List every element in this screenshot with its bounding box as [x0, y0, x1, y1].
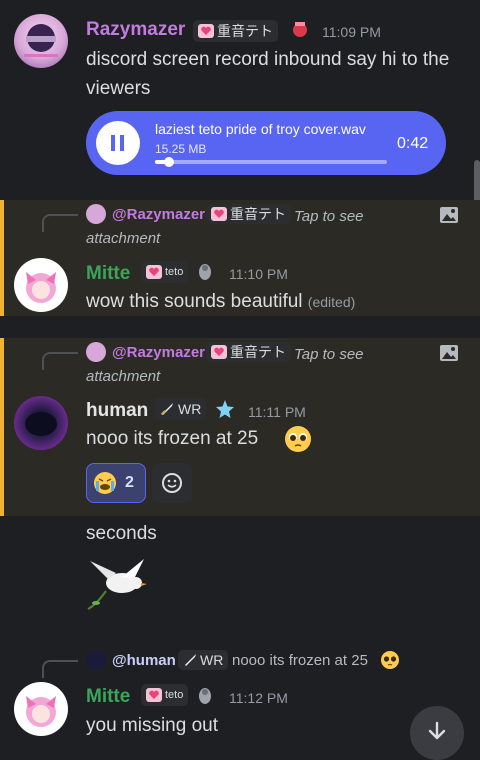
reply-text[interactable]: nooo its frozen at 25 — [232, 652, 368, 669]
role-tag[interactable]: teto — [141, 261, 189, 283]
audio-duration: 0:42 — [397, 135, 429, 152]
reply-spine — [42, 214, 78, 232]
sword-icon — [160, 403, 173, 416]
add-reaction-button[interactable] — [152, 463, 192, 503]
reply-username[interactable]: @human — [112, 652, 176, 669]
reply-avatar — [86, 650, 106, 670]
role-tag[interactable]: WR — [154, 398, 207, 420]
pleading-emoji — [285, 426, 311, 452]
avatar-art — [25, 412, 57, 436]
avatar-art — [24, 24, 58, 57]
message-body: nooo its frozen at 25 — [86, 428, 259, 449]
heart-icon — [198, 24, 214, 38]
pause-icon — [111, 135, 124, 151]
dog-badge-icon — [199, 688, 211, 704]
dog-badge-icon — [199, 264, 211, 280]
reply-spine — [42, 352, 78, 370]
reaction-chip[interactable]: 2 — [86, 463, 146, 503]
avatar-human[interactable] — [14, 396, 68, 450]
heart-icon — [146, 265, 162, 279]
message-text: you missing out — [86, 715, 219, 736]
role-tag[interactable]: teto — [141, 684, 189, 706]
role-tag-label: teto — [165, 266, 184, 278]
image-icon[interactable] — [439, 344, 459, 362]
pause-button[interactable] — [96, 121, 140, 165]
reply-role-label: WR — [200, 652, 224, 668]
add-reaction-icon — [162, 473, 182, 493]
crying-emoji — [94, 472, 116, 494]
avatar-mitte[interactable] — [14, 258, 68, 312]
username-razymazer[interactable]: Razymazer — [86, 19, 185, 41]
timestamp: 11:09 PM — [322, 24, 381, 40]
sword-icon — [185, 654, 196, 666]
timestamp: 11:12 PM — [229, 690, 288, 706]
audio-attachment[interactable]: laziest teto pride of troy cover.wav 15.… — [86, 111, 446, 175]
reply-text[interactable]: Tap to see attachment — [86, 206, 376, 250]
avatar-art — [26, 696, 56, 727]
audio-filename: laziest teto pride of troy cover.wav — [155, 121, 366, 137]
bow-badge-icon — [293, 22, 307, 37]
jump-to-present-button[interactable] — [410, 706, 464, 760]
message-body: wow this sounds beautiful — [86, 291, 303, 312]
timestamp: 11:10 PM — [229, 266, 288, 282]
avatar-razymazer[interactable] — [14, 14, 68, 68]
audio-filesize: 15.25 MB — [155, 142, 207, 156]
reply-role-tag: WR — [178, 650, 229, 670]
reply-spine — [42, 660, 78, 678]
username-human[interactable]: human — [86, 400, 148, 422]
username-mitte[interactable]: Mitte — [86, 263, 130, 285]
heart-icon — [146, 688, 162, 702]
message-text: discord screen record inbound say hi to … — [86, 49, 450, 99]
pleading-emoji — [381, 651, 399, 669]
timestamp: 11:11 PM — [248, 404, 306, 420]
audio-progress-knob[interactable] — [163, 157, 174, 167]
reply-text[interactable]: Tap to see attachment — [86, 344, 376, 388]
username-mitte[interactable]: Mitte — [86, 686, 130, 708]
role-tag[interactable]: 重音テト — [193, 20, 278, 42]
image-icon[interactable] — [439, 206, 459, 224]
star-badge-icon — [216, 400, 234, 418]
avatar-art — [26, 272, 56, 303]
audio-progress-track[interactable] — [155, 157, 387, 167]
message-text: nooo its frozen at 25 — [86, 424, 258, 453]
role-tag-label: 重音テト — [217, 23, 273, 39]
edited-label: (edited) — [307, 294, 356, 310]
dove-emoji — [87, 559, 147, 610]
avatar-mitte[interactable] — [14, 682, 68, 736]
role-tag-label: WR — [178, 401, 202, 417]
arrow-down-icon — [428, 721, 446, 740]
reaction-count: 2 — [125, 474, 134, 491]
role-tag-label: teto — [165, 689, 184, 701]
message-text: wow this sounds beautiful (edited) — [86, 287, 355, 317]
message-text: seconds — [86, 523, 157, 544]
